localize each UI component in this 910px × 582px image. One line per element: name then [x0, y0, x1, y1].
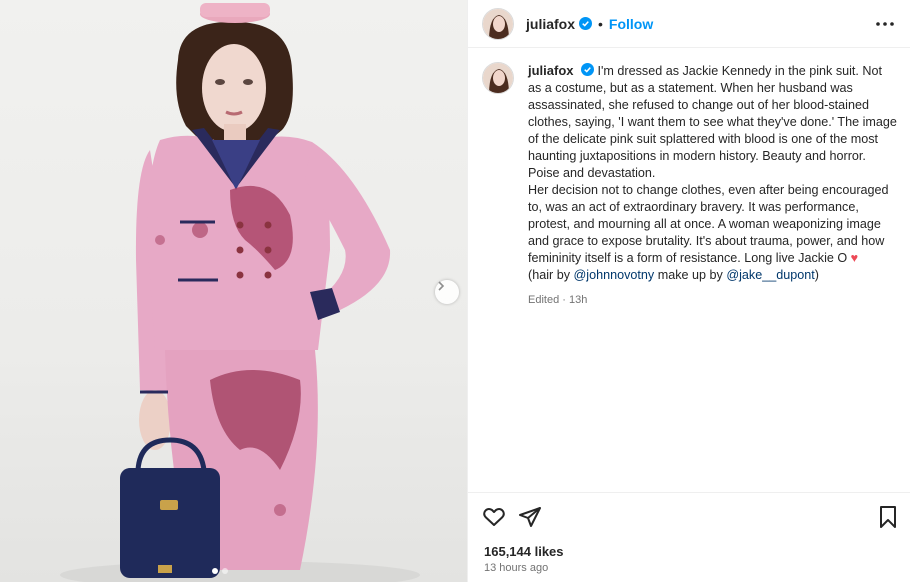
action-bar — [482, 505, 897, 531]
caption: juliafox I'm dressed as Jackie Kennedy i… — [482, 62, 902, 309]
caption-credits: (hair by @johnnovotny make up by @jake__… — [528, 267, 898, 284]
post-header: juliafox • Follow — [468, 0, 910, 48]
pink-heart-icon: ♥ — [850, 251, 859, 265]
avatar-image — [483, 8, 513, 39]
more-options-icon[interactable] — [873, 12, 897, 36]
verified-badge-icon — [579, 17, 593, 30]
caption-avatar[interactable] — [482, 62, 514, 94]
caption-text-1: I'm dressed as Jackie Kennedy in the pin… — [528, 64, 897, 180]
share-paper-plane-icon[interactable] — [518, 505, 542, 529]
caption-text-2: Her decision not to change clothes, even… — [528, 183, 889, 265]
actions-divider — [468, 492, 910, 493]
caption-paragraph-2: Her decision not to change clothes, even… — [528, 182, 898, 267]
post-timestamp[interactable]: 13 hours ago — [484, 562, 548, 574]
username[interactable]: juliafox — [526, 16, 575, 32]
carousel-dot-active — [212, 568, 218, 574]
separator-dot: • — [598, 15, 603, 32]
avatar[interactable] — [482, 7, 514, 40]
follow-button[interactable]: Follow — [609, 16, 653, 32]
credit-mid: make up by — [654, 268, 727, 282]
bookmark-icon[interactable] — [876, 505, 900, 529]
credit-prefix: (hair by — [528, 268, 574, 282]
carousel-dot — [222, 568, 228, 574]
heart-outline-icon[interactable] — [482, 505, 506, 529]
mention-makeup[interactable]: @jake__dupont — [726, 268, 814, 282]
post-panel: juliafox • Follow juliafox I'm dressed a… — [467, 0, 910, 582]
carousel-next-button[interactable] — [435, 280, 459, 304]
verified-badge-icon — [581, 63, 595, 76]
avatar-image — [483, 63, 513, 93]
credit-suffix: ) — [814, 268, 819, 282]
caption-username[interactable]: juliafox — [528, 63, 574, 78]
mention-hair[interactable]: @johnnovotny — [574, 268, 655, 282]
edited-timestamp: Edited · 13h — [528, 294, 588, 306]
caption-paragraph-1: juliafox I'm dressed as Jackie Kennedy i… — [528, 62, 898, 182]
chevron-right-icon — [438, 281, 445, 291]
likes-count[interactable]: 165,144 likes — [484, 544, 564, 559]
carousel-indicator — [212, 568, 228, 574]
photo-illustration — [60, 3, 420, 582]
caption-text: juliafox I'm dressed as Jackie Kennedy i… — [528, 62, 898, 309]
post-photo[interactable] — [0, 0, 467, 582]
